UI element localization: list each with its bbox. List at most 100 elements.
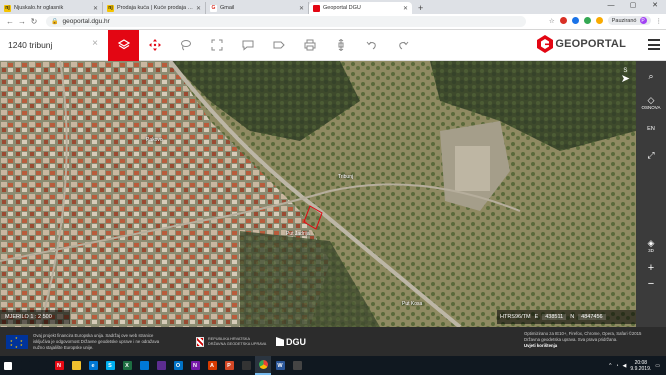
print-button[interactable]	[294, 30, 325, 61]
back-icon[interactable]: ←	[4, 17, 16, 26]
close-tab-icon[interactable]: ✕	[403, 5, 408, 12]
terms-link[interactable]: Uvjeti korištenja	[524, 343, 557, 348]
extension-icon[interactable]	[571, 17, 579, 24]
base-layer-label: OSNOVA	[641, 105, 661, 110]
extension-icon[interactable]	[595, 17, 603, 24]
clock[interactable]: 20:08 9.9.2019.	[630, 360, 651, 372]
taskbar-mail-button[interactable]	[136, 356, 152, 375]
zoom-in-icon: +	[647, 262, 655, 274]
dgu-logo: DGU	[276, 337, 306, 347]
netflix-icon: N	[54, 361, 64, 370]
pan-button[interactable]	[139, 30, 170, 61]
dgu-authority-text: REPUBLIKA HRVATSKA DRŽAVNA GEODETSKA UPR…	[208, 336, 267, 346]
browser-actions: ☆ Pauziranó P ⋮	[549, 16, 662, 25]
taskbar-word-button[interactable]: W	[272, 356, 288, 375]
zoom-in-button[interactable]: +	[636, 262, 666, 274]
menu-kebab-icon[interactable]: ⋮	[656, 17, 663, 25]
search-input[interactable]: 1240 tribunj ×	[0, 30, 108, 61]
comment-button[interactable]	[232, 30, 263, 61]
profile-button[interactable]: Pauziranó P	[607, 16, 651, 25]
tag-button[interactable]	[263, 30, 294, 61]
layers-icon	[117, 39, 130, 50]
bookmark-star-icon[interactable]: ☆	[549, 17, 555, 25]
close-tab-icon[interactable]: ✕	[299, 5, 304, 12]
hamburger-menu-icon[interactable]	[648, 39, 660, 53]
edge-icon: e	[88, 361, 98, 370]
taskbar-acrobat-button[interactable]: A	[204, 356, 220, 375]
taskbar-task-view-button[interactable]	[34, 356, 50, 375]
base-layer-button[interactable]: ◇ OSNOVA	[636, 95, 666, 110]
info-button[interactable]: ⌕	[636, 71, 666, 81]
network-icon[interactable]: ◔	[616, 363, 619, 369]
url-input[interactable]: 🔒 geoportal.dgu.hr	[46, 16, 526, 27]
dgu-logo-text: DGU	[286, 336, 306, 347]
photos2-icon	[292, 361, 302, 370]
lasso-button[interactable]	[170, 30, 201, 61]
taskbar-powerpoint-button[interactable]: P	[221, 356, 237, 375]
geoportal-toolbar: 1240 tribunj × GEOPORTAL	[0, 29, 666, 61]
measure-button[interactable]	[325, 30, 356, 61]
close-window-icon[interactable]: ✕	[644, 0, 666, 12]
layers-button[interactable]	[108, 29, 139, 61]
3d-label: 3D	[648, 248, 654, 253]
taskbar-search-button[interactable]	[17, 356, 33, 375]
onenote-icon: N	[190, 361, 200, 370]
3d-button[interactable]: ◈ 3D	[636, 238, 666, 253]
tab-favicon-icon: G	[210, 4, 217, 12]
browser-tab[interactable]: G Gmail ✕	[206, 2, 309, 14]
new-tab-button[interactable]: +	[418, 2, 423, 14]
minimize-icon[interactable]: —	[600, 0, 622, 12]
geoportal-logo[interactable]: GEOPORTAL	[537, 35, 626, 53]
volume-icon[interactable]: ◀	[623, 363, 627, 369]
map-label: Put Kosa	[402, 301, 423, 307]
undo-button[interactable]	[356, 30, 387, 61]
taskbar-photos-button[interactable]	[153, 356, 169, 375]
language-button[interactable]: EN	[636, 126, 666, 132]
acrobat-icon: A	[207, 361, 217, 370]
taskbar-start-button[interactable]	[0, 356, 16, 375]
map-view[interactable]: Tribunj Put Jadrija Pakovo Put Kosa	[0, 61, 666, 327]
extension-icon[interactable]	[583, 17, 591, 24]
footer-copyright: Optimizirano za IE10+, Firefox, Chrome, …	[524, 331, 642, 342]
taskbar-outlook-button[interactable]: O	[170, 356, 186, 375]
taskbar-edge-button[interactable]: e	[85, 356, 101, 375]
close-tab-icon[interactable]: ✕	[196, 5, 201, 12]
browser-tab[interactable]: Geoportal DGU ✕	[309, 2, 412, 14]
map-label: Put Jadrija	[286, 231, 310, 237]
tray-chevron-icon[interactable]: ^	[609, 363, 611, 369]
notifications-icon[interactable]: ▭	[655, 363, 660, 369]
search-icon	[20, 361, 30, 370]
taskbar-excel-button[interactable]: X	[119, 356, 135, 375]
zoom-out-button[interactable]: −	[636, 279, 666, 290]
taskbar-onenote-button[interactable]: N	[187, 356, 203, 375]
taskbar-skype-button[interactable]: S	[102, 356, 118, 375]
maximize-icon[interactable]: ▢	[622, 0, 644, 12]
clear-search-icon[interactable]: ×	[92, 38, 98, 49]
tab-title: Geoportal DGU	[323, 5, 361, 11]
tab-title: Prodaja kuća | Kuće prodaja - oc...	[117, 5, 194, 11]
extent-button[interactable]	[201, 30, 232, 61]
3d-icon: ◈	[647, 238, 655, 248]
tab-favicon-icon	[313, 4, 320, 12]
print-icon	[304, 39, 315, 51]
taskbar-chrome-button[interactable]	[255, 356, 271, 375]
undo-icon	[366, 41, 376, 50]
taskbar-app-camera-button[interactable]	[238, 356, 254, 375]
close-tab-icon[interactable]: ✕	[93, 5, 98, 12]
browser-tab[interactable]: nj Prodaja kuća | Kuće prodaja - oc... ✕	[103, 2, 206, 14]
fullscreen-button[interactable]: ⤢	[636, 150, 666, 160]
reload-icon[interactable]: ↻	[28, 17, 40, 26]
browser-tab[interactable]: nj Njuskalo.hr oglasnik ✕	[0, 2, 103, 14]
extension-icon[interactable]	[559, 17, 567, 24]
mail-icon	[139, 361, 149, 370]
word-icon: W	[275, 361, 285, 370]
taskbar-explorer-button[interactable]	[68, 356, 84, 375]
taskbar-photos2-button[interactable]	[289, 356, 305, 375]
search-value: 1240 tribunj	[8, 40, 53, 50]
taskbar-netflix-button[interactable]: N	[51, 356, 67, 375]
outlook-icon: O	[173, 361, 183, 370]
redo-button[interactable]	[387, 30, 418, 61]
site-footer: ★ ★ ★ ★ ★ ★ Ovaj projekt financira Europska …	[0, 327, 666, 356]
task-view-icon	[37, 361, 47, 370]
forward-icon[interactable]: →	[16, 17, 28, 26]
